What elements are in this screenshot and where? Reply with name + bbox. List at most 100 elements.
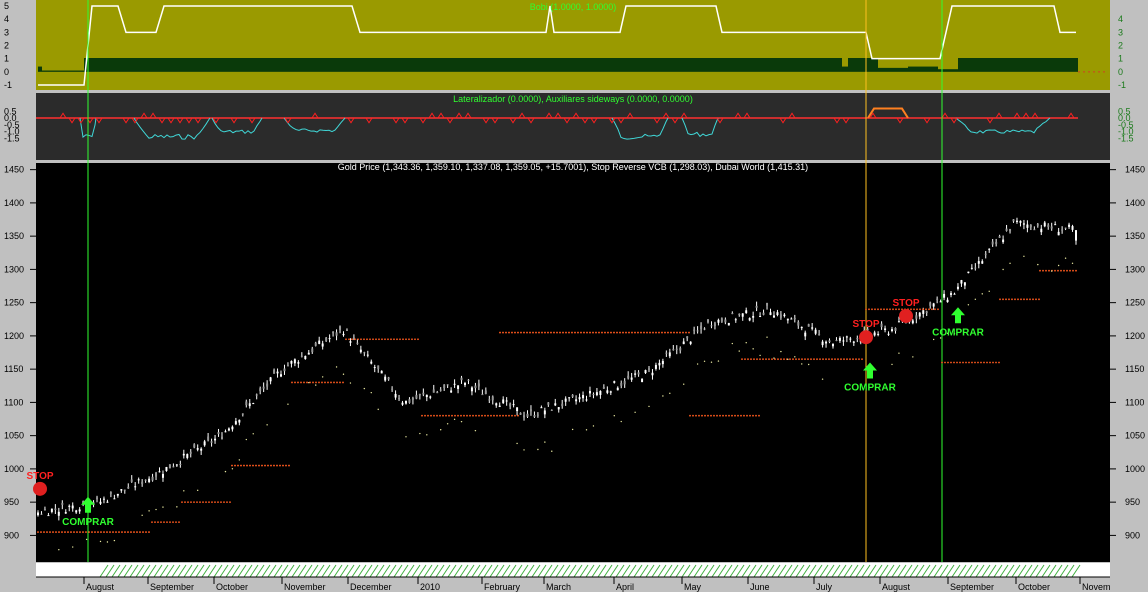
- stop-reverse-dot: [950, 361, 952, 364]
- price-candle-body: [547, 402, 550, 405]
- price-candle-body: [384, 376, 387, 381]
- price-candle-body: [491, 396, 494, 401]
- stop-reverse-dot: [496, 414, 498, 417]
- dubai-world-dot: [537, 448, 539, 451]
- stop-reverse-dot: [553, 331, 555, 334]
- dubai-world-dot: [405, 436, 407, 438]
- stop-reverse-dot: [649, 331, 651, 334]
- stop-reverse-dot: [541, 331, 543, 334]
- stop-reverse-dot: [208, 501, 210, 504]
- price-candle-body: [918, 312, 921, 317]
- dubai-world-dot: [1057, 264, 1060, 267]
- stop-reverse-dot: [484, 414, 486, 417]
- stop-reverse-dot: [598, 331, 600, 334]
- price-candle-body: [297, 362, 300, 364]
- x-axis-month-label: March: [546, 582, 571, 592]
- price-candle-body: [672, 349, 675, 351]
- dubai-world-dot: [807, 363, 810, 366]
- dubai-world-dot: [551, 450, 553, 452]
- stop-reverse-dot: [478, 414, 480, 417]
- stop-reverse-dot: [511, 414, 513, 417]
- price-candle-body: [807, 324, 810, 327]
- dubai-world-dot: [148, 510, 150, 512]
- price-candle-body: [179, 463, 182, 465]
- stop-reverse-dot: [291, 381, 293, 384]
- stop-reverse-dot: [258, 464, 260, 467]
- stop-reverse-dot: [547, 331, 549, 334]
- price-candle-body: [783, 314, 786, 317]
- stop-reverse-dot: [148, 531, 150, 533]
- stop-reverse-dot: [184, 501, 186, 504]
- price-candle-body: [929, 302, 932, 306]
- stop-reverse-dot: [740, 414, 742, 417]
- dubai-world-dot: [544, 441, 546, 443]
- stop-reverse-dot: [798, 358, 800, 361]
- bobi-right-tick: 3: [1118, 27, 1123, 37]
- price-candle-body: [828, 340, 831, 343]
- stop-reverse-dot: [704, 414, 706, 417]
- stop-reverse-dot: [267, 464, 269, 467]
- y-axis-tick-right: 1400: [1125, 198, 1145, 208]
- price-candle-body: [599, 391, 602, 395]
- stop-reverse-dot: [755, 414, 757, 417]
- price-candle-body: [915, 315, 918, 319]
- dubai-world-dot: [967, 304, 970, 306]
- bobi-histogram-bar: [42, 70, 84, 72]
- stop-reverse-dot: [466, 414, 468, 417]
- price-candle-body: [585, 399, 588, 401]
- stop-reverse-dot: [430, 414, 432, 417]
- stop-reverse-dot: [944, 361, 946, 364]
- price-candle-body: [526, 413, 529, 417]
- stop-reverse-dot: [234, 464, 236, 467]
- stop-reverse-dot: [532, 331, 534, 334]
- stop-reverse-dot: [780, 358, 782, 361]
- price-candle-body: [720, 318, 723, 322]
- price-candle-body: [592, 394, 595, 396]
- stop-reverse-dot: [339, 381, 341, 384]
- y-axis-tick-left: 1250: [4, 298, 24, 308]
- stop-reverse-dot: [160, 521, 162, 523]
- price-candle-body: [227, 428, 230, 431]
- stop-reverse-dot: [1005, 298, 1007, 301]
- stop-reverse-dot: [756, 358, 758, 361]
- stop-reverse-dot: [707, 414, 709, 417]
- bobi-right-tick: 0: [1118, 67, 1123, 77]
- stop-reverse-dot: [276, 464, 278, 467]
- price-candle-body: [57, 511, 60, 516]
- price-candle-body: [68, 505, 71, 507]
- price-candle-body: [1075, 230, 1077, 241]
- stop-reverse-dot: [965, 361, 967, 364]
- bobi-histogram-bar: [938, 69, 958, 72]
- dubai-world-dot: [183, 490, 185, 492]
- stop-reverse-dot: [777, 358, 779, 361]
- stop-reverse-dot: [771, 358, 773, 361]
- price-candle-body: [411, 398, 414, 400]
- stop-reverse-dot: [538, 331, 540, 334]
- stop-reverse-dot: [169, 521, 171, 523]
- stop-reverse-dot: [463, 414, 465, 417]
- price-candle-body: [116, 493, 119, 496]
- y-axis-tick-right: 900: [1125, 530, 1140, 540]
- price-candle-body: [595, 392, 598, 396]
- dubai-world-dot: [252, 433, 254, 435]
- stop-reverse-dot: [562, 331, 564, 334]
- stop-reverse-dot: [214, 501, 216, 504]
- stop-reverse-dot: [741, 358, 743, 361]
- price-candle-body: [404, 400, 407, 404]
- price-candle-body: [880, 323, 883, 328]
- stop-reverse-dot: [931, 308, 933, 311]
- price-candle-body: [519, 412, 522, 415]
- stop-reverse-dot: [813, 358, 815, 361]
- stop-reverse-dot: [601, 331, 603, 334]
- stop-reverse-dot: [297, 381, 299, 384]
- stop-reverse-dot: [112, 531, 114, 533]
- stop-reverse-dot: [586, 331, 588, 334]
- stop-reverse-dot: [175, 521, 177, 523]
- price-candle-body: [155, 473, 158, 477]
- stop-reverse-dot: [995, 361, 997, 364]
- dubai-world-dot: [238, 459, 241, 461]
- stop-reverse-dot: [43, 531, 45, 533]
- x-axis-month-label: September: [150, 582, 194, 592]
- stop-reverse-dot: [226, 501, 228, 504]
- stop-reverse-dot: [688, 331, 690, 334]
